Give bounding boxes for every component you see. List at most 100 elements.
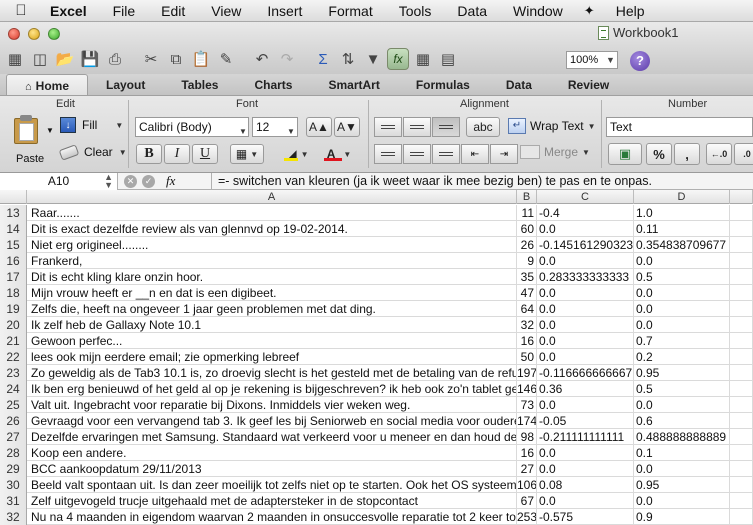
cell-a[interactable]: Nu na 4 maanden in eigendom waarvan 2 ma… (27, 509, 517, 525)
cell-c[interactable]: 0.0 (537, 301, 634, 317)
cell-b[interactable]: 146 (517, 381, 537, 397)
cell-b[interactable]: 98 (517, 429, 537, 445)
align-middle-button[interactable] (403, 117, 431, 137)
cell-a[interactable]: Dezelfde ervaringen met Samsung. Standaa… (27, 429, 517, 445)
row-number[interactable]: 19 (0, 301, 27, 317)
cell-a[interactable]: Ik ben erg benieuwd of het geld al op je… (27, 381, 517, 397)
align-top-button[interactable] (374, 117, 402, 137)
row-number[interactable]: 21 (0, 333, 27, 349)
tab-review[interactable]: Review (550, 74, 627, 95)
zoom-dropdown-icon[interactable]: ▼ (606, 55, 615, 65)
tab-tables[interactable]: Tables (163, 74, 236, 95)
cell-d[interactable]: 0.0 (634, 461, 730, 477)
cell-e[interactable] (730, 509, 753, 525)
cell-b[interactable]: 9 (517, 253, 537, 269)
comma-style-button[interactable]: , (674, 143, 700, 165)
tab-smartart[interactable]: SmartArt (310, 74, 397, 95)
select-all-corner[interactable] (0, 190, 27, 204)
tab-home[interactable]: ⌂ Home (6, 74, 88, 95)
close-window-button[interactable] (8, 28, 20, 40)
cell-d[interactable]: 0.2 (634, 349, 730, 365)
wrap-text-button[interactable]: ↵ Wrap Text ▼ (508, 118, 596, 134)
open-folder-icon[interactable]: 📂 (54, 48, 76, 70)
cell-b[interactable]: 197 (517, 365, 537, 381)
cell-d[interactable]: 0.0 (634, 253, 730, 269)
align-bottom-button[interactable] (432, 117, 460, 137)
name-box[interactable]: A10 ▲ ▼ (0, 172, 118, 190)
cancel-entry-icon[interactable]: ✕ (124, 174, 137, 188)
cell-c[interactable]: -0.211111111111 (537, 429, 634, 445)
cell-b[interactable]: 174 (517, 413, 537, 429)
menu-help[interactable]: Help (603, 3, 658, 19)
cell-b[interactable]: 27 (517, 461, 537, 477)
cell-e[interactable] (730, 285, 753, 301)
font-name-select[interactable]: Calibri (Body) ▼ (135, 117, 249, 137)
minimize-window-button[interactable] (28, 28, 40, 40)
increase-decimal-button[interactable]: ←.0 (706, 143, 732, 165)
confirm-entry-icon[interactable]: ✓ (142, 174, 155, 188)
cell-b[interactable]: 16 (517, 445, 537, 461)
cell-e[interactable] (730, 301, 753, 317)
tab-charts[interactable]: Charts (236, 74, 310, 95)
row-number[interactable]: 22 (0, 349, 27, 365)
name-box-stepper-icon[interactable]: ▲ ▼ (104, 172, 113, 189)
align-left-button[interactable] (374, 144, 402, 164)
cell-a[interactable]: Ik zelf heb de Gallaxy Note 10.1 (27, 317, 517, 333)
toolbox-icon[interactable]: ▤ (437, 48, 459, 70)
cell-d[interactable]: 0.11 (634, 221, 730, 237)
format-painter-icon[interactable]: ✎ (215, 48, 237, 70)
cell-b[interactable]: 73 (517, 397, 537, 413)
cell-b[interactable]: 16 (517, 333, 537, 349)
cell-c[interactable]: 0.283333333333 (537, 269, 634, 285)
cell-b[interactable]: 35 (517, 269, 537, 285)
cell-e[interactable] (730, 253, 753, 269)
cell-d[interactable]: 0.488888888889 (634, 429, 730, 445)
cell-c[interactable]: 0.0 (537, 445, 634, 461)
column-header-d[interactable]: D (634, 190, 730, 204)
clear-button[interactable]: Clear ▼ (58, 143, 127, 161)
cell-b[interactable]: 60 (517, 221, 537, 237)
row-number[interactable]: 15 (0, 237, 27, 253)
cell-e[interactable] (730, 349, 753, 365)
percent-style-button[interactable]: % (646, 143, 672, 165)
cell-d[interactable]: 0.95 (634, 365, 730, 381)
cell-e[interactable] (730, 205, 753, 221)
row-number[interactable]: 16 (0, 253, 27, 269)
cell-e[interactable] (730, 493, 753, 509)
cell-c[interactable]: -0.145161290323 (537, 237, 634, 253)
cell-d[interactable]: 0.95 (634, 477, 730, 493)
decrease-indent-button[interactable]: ⇤ (461, 144, 489, 164)
row-number[interactable]: 14 (0, 221, 27, 237)
cell-a[interactable]: Raar....... (27, 205, 517, 221)
cell-d[interactable]: 0.7 (634, 333, 730, 349)
paste-icon[interactable]: 📋 (190, 48, 212, 70)
column-header-b[interactable]: B (517, 190, 537, 204)
row-number[interactable]: 31 (0, 493, 27, 509)
cell-e[interactable] (730, 333, 753, 349)
gallery-icon[interactable]: ▦ (412, 48, 434, 70)
menu-format[interactable]: Format (315, 3, 385, 19)
cell-a[interactable]: Valt uit. Ingebracht voor reparatie bij … (27, 397, 517, 413)
cell-d[interactable]: 0.0 (634, 493, 730, 509)
cell-b[interactable]: 50 (517, 349, 537, 365)
cell-c[interactable]: 0.0 (537, 333, 634, 349)
row-number[interactable]: 13 (0, 205, 27, 221)
cell-d[interactable]: 1.0 (634, 205, 730, 221)
align-right-button[interactable] (432, 144, 460, 164)
cell-c[interactable]: 0.0 (537, 221, 634, 237)
row-number[interactable]: 20 (0, 317, 27, 333)
menu-file[interactable]: File (100, 3, 149, 19)
decrease-font-size-button[interactable]: A▼ (334, 117, 360, 137)
menu-tools[interactable]: Tools (386, 3, 445, 19)
cell-c[interactable]: 0.0 (537, 285, 634, 301)
help-icon[interactable]: ? (630, 51, 650, 71)
fill-button[interactable]: ↓ Fill ▼ (60, 117, 123, 133)
row-number[interactable]: 17 (0, 269, 27, 285)
cell-c[interactable]: 0.0 (537, 461, 634, 477)
tab-formulas[interactable]: Formulas (398, 74, 488, 95)
column-header-c[interactable]: C (537, 190, 634, 204)
menu-window[interactable]: Window (500, 3, 576, 19)
cell-e[interactable] (730, 365, 753, 381)
font-size-select[interactable]: 12 ▼ (252, 117, 298, 137)
row-number[interactable]: 26 (0, 413, 27, 429)
